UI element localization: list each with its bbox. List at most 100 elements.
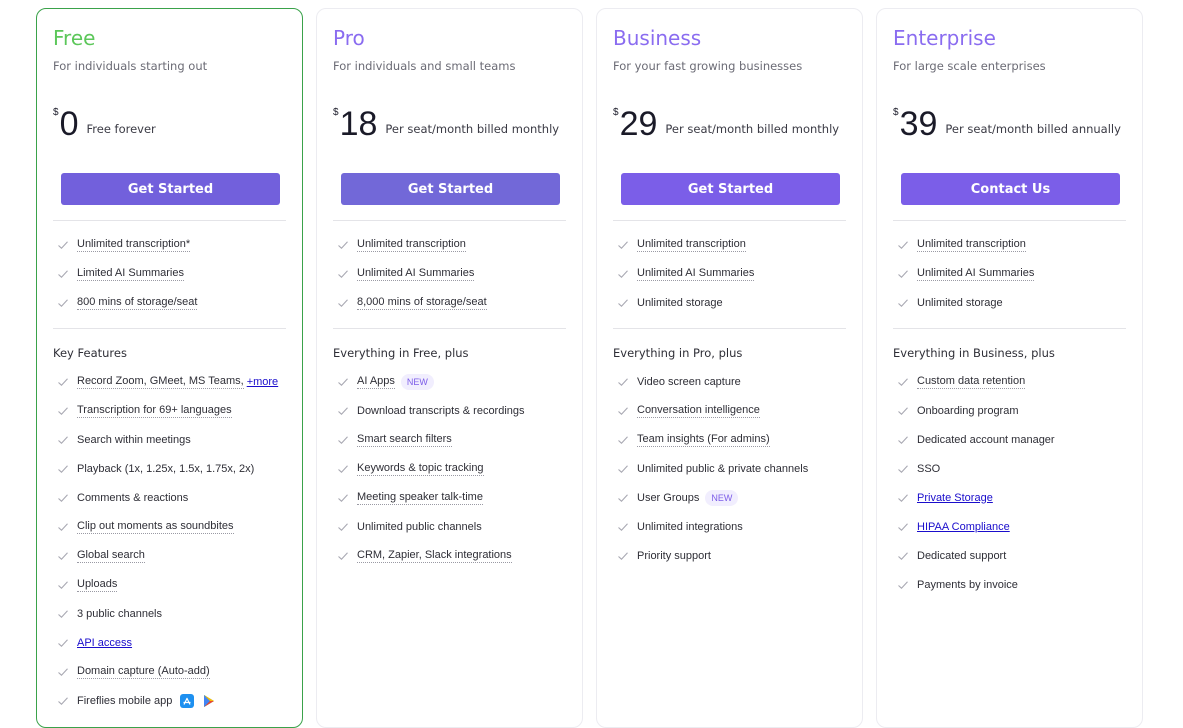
check-icon xyxy=(897,405,909,417)
check-icon xyxy=(57,239,69,251)
section-title: Everything in Free, plus xyxy=(333,346,469,360)
feature-item: Unlimited public channels xyxy=(333,512,566,541)
feature-text[interactable]: Keywords & topic tracking xyxy=(357,462,484,476)
feature-item: Search within meetings xyxy=(53,425,286,454)
features-list: Video screen capture Conversation intell… xyxy=(613,367,846,570)
feature-text[interactable]: Conversation intelligence xyxy=(637,404,760,418)
new-badge: NEW xyxy=(400,373,434,390)
check-icon xyxy=(57,376,69,388)
plan-card-pro: Pro For individuals and small teams $ 18 … xyxy=(316,8,583,728)
plan-card-business: Business For your fast growing businesses… xyxy=(596,8,863,728)
check-icon xyxy=(897,297,909,309)
feature-text[interactable]: Unlimited AI Summaries xyxy=(637,267,755,281)
feature-text: Search within meetings xyxy=(77,433,191,446)
check-icon xyxy=(617,297,629,309)
check-icon xyxy=(337,521,349,533)
feature-item: Record Zoom, GMeet, MS Teams, +more xyxy=(53,367,286,396)
features-list: Record Zoom, GMeet, MS Teams, +more Trans… xyxy=(53,367,286,715)
feature-text: Payments by invoice xyxy=(917,578,1018,591)
divider xyxy=(893,328,1126,329)
feature-text[interactable]: Team insights (For admins) xyxy=(637,433,770,447)
feature-item: Dedicated account manager xyxy=(893,425,1126,454)
check-icon xyxy=(337,268,349,280)
google-play-icon[interactable] xyxy=(202,694,216,708)
check-icon xyxy=(57,637,69,649)
check-icon xyxy=(337,376,349,388)
core-feature-item: Unlimited transcription* xyxy=(53,230,286,259)
core-features-list: Unlimited transcription* Limited AI Summ… xyxy=(53,230,286,317)
feature-text: Dedicated support xyxy=(917,549,1007,562)
feature-text[interactable]: 8,000 mins of storage/seat xyxy=(357,296,487,310)
price-amount: 18 xyxy=(339,105,378,143)
business-cta-button[interactable]: Get Started xyxy=(621,173,840,205)
new-badge: NEW xyxy=(705,489,739,506)
feature-text: Comments & reactions xyxy=(77,491,189,504)
feature-text[interactable]: Uploads xyxy=(77,578,118,592)
feature-link[interactable]: HIPAA Compliance xyxy=(917,521,1010,533)
currency-symbol: $ xyxy=(333,107,339,118)
feature-item: Payments by invoice xyxy=(893,570,1126,599)
check-icon xyxy=(617,268,629,280)
divider xyxy=(613,220,846,221)
feature-text[interactable]: Meeting speaker talk-time xyxy=(357,491,483,505)
feature-text: Playback (1x, 1.25x, 1.5x, 1.75x, 2x) xyxy=(77,462,255,475)
feature-text: Unlimited storage xyxy=(917,296,1003,309)
feature-text[interactable]: Custom data retention xyxy=(917,375,1026,389)
core-feature-item: Unlimited transcription xyxy=(893,230,1126,259)
feature-item: Uploads xyxy=(53,570,286,599)
price-note: Per seat/month billed monthly xyxy=(665,122,840,136)
section-title: Everything in Pro, plus xyxy=(613,346,743,360)
feature-link[interactable]: Private Storage xyxy=(917,492,993,504)
feature-item: Playback (1x, 1.25x, 1.5x, 1.75x, 2x) xyxy=(53,454,286,483)
core-feature-item: Unlimited AI Summaries xyxy=(893,259,1126,288)
app-store-icon[interactable] xyxy=(180,693,195,708)
feature-item: User Groups NEW xyxy=(613,483,846,512)
feature-text: Onboarding program xyxy=(917,404,1019,417)
feature-text: Unlimited integrations xyxy=(637,520,743,533)
plan-name: Pro xyxy=(333,26,365,50)
check-icon xyxy=(337,550,349,562)
plan-description: For your fast growing businesses xyxy=(613,59,803,73)
feature-text[interactable]: Transcription for 69+ languages xyxy=(77,404,232,418)
feature-item: AI Apps NEW xyxy=(333,367,566,396)
pro-cta-button[interactable]: Get Started xyxy=(341,173,560,205)
feature-text: Download transcripts & recordings xyxy=(357,404,525,417)
feature-link[interactable]: API access xyxy=(77,637,132,649)
check-icon xyxy=(57,463,69,475)
feature-text[interactable]: 800 mins of storage/seat xyxy=(77,296,198,310)
feature-text[interactable]: Limited AI Summaries xyxy=(77,267,184,281)
free-cta-button[interactable]: Get Started xyxy=(61,173,280,205)
feature-text: Unlimited public channels xyxy=(357,520,482,533)
currency-symbol: $ xyxy=(613,107,619,118)
feature-text[interactable]: Global search xyxy=(77,549,145,563)
feature-text[interactable]: Smart search filters xyxy=(357,433,452,447)
check-icon xyxy=(57,492,69,504)
feature-item: Dedicated support xyxy=(893,541,1126,570)
feature-text[interactable]: Unlimited AI Summaries xyxy=(917,267,1035,281)
feature-text[interactable]: Clip out moments as soundbites xyxy=(77,520,234,534)
feature-text[interactable]: AI Apps xyxy=(357,375,395,389)
price: $ 29 Per seat/month billed monthly xyxy=(613,105,839,143)
feature-text[interactable]: Unlimited AI Summaries xyxy=(357,267,475,281)
feature-text[interactable]: Unlimited transcription xyxy=(917,238,1026,252)
feature-text[interactable]: Record Zoom, GMeet, MS Teams, xyxy=(77,375,244,389)
core-feature-item: 8,000 mins of storage/seat xyxy=(333,288,566,317)
plan-description: For individuals starting out xyxy=(53,59,208,73)
divider xyxy=(333,328,566,329)
check-icon xyxy=(897,376,909,388)
feature-text[interactable]: CRM, Zapier, Slack integrations xyxy=(357,549,512,563)
check-icon xyxy=(897,239,909,251)
price-note: Per seat/month billed monthly xyxy=(385,122,560,136)
feature-item: CRM, Zapier, Slack integrations xyxy=(333,541,566,570)
feature-text[interactable]: Unlimited transcription* xyxy=(77,238,191,252)
core-feature-item: 800 mins of storage/seat xyxy=(53,288,286,317)
feature-text[interactable]: Domain capture (Auto-add) xyxy=(77,665,210,679)
feature-item: Custom data retention xyxy=(893,367,1126,396)
divider xyxy=(53,328,286,329)
more-integrations-link[interactable]: +more xyxy=(247,376,279,388)
enterprise-cta-button[interactable]: Contact Us xyxy=(901,173,1120,205)
feature-text[interactable]: Unlimited transcription xyxy=(357,238,466,252)
feature-text[interactable]: Unlimited transcription xyxy=(637,238,746,252)
core-feature-item: Unlimited transcription xyxy=(333,230,566,259)
check-icon xyxy=(617,405,629,417)
